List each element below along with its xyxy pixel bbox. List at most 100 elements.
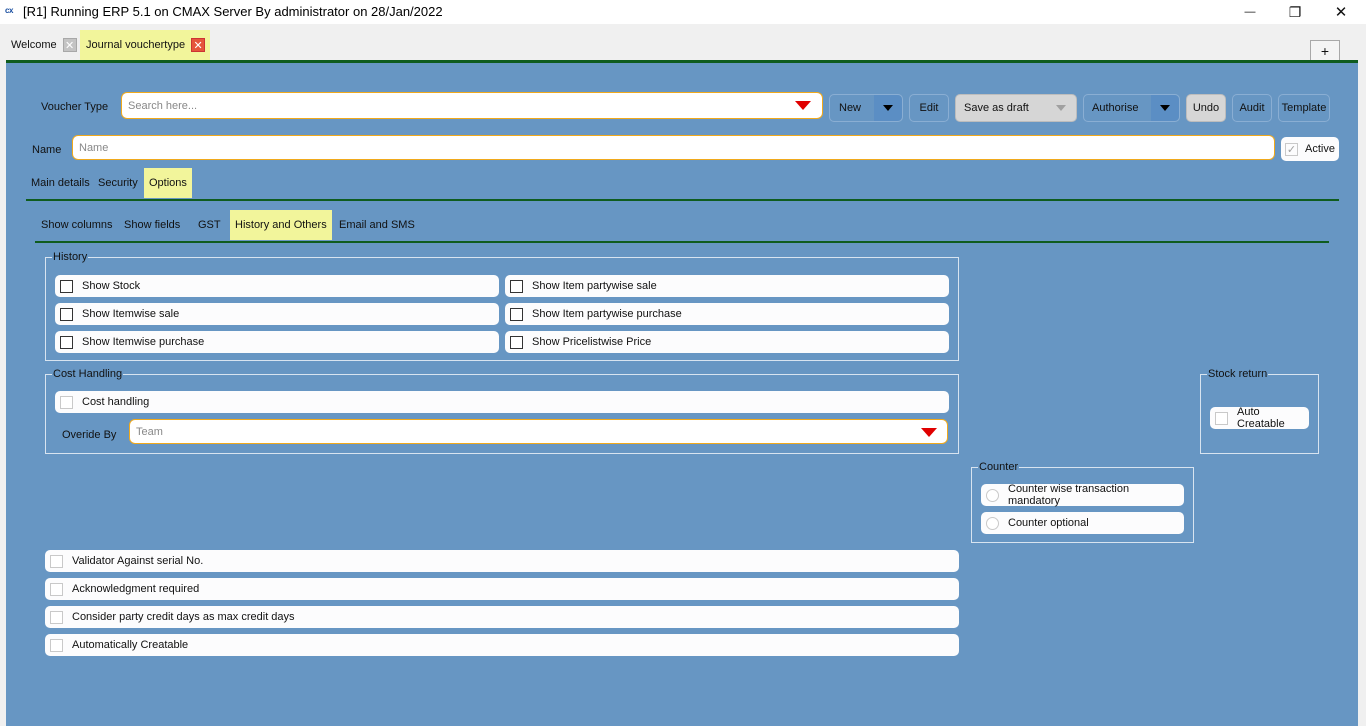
checkbox-label: Show Itemwise purchase (82, 336, 205, 348)
undo-button[interactable]: Undo (1186, 94, 1226, 122)
show-item-partywise-purchase-checkbox[interactable]: Show Item partywise purchase (505, 303, 949, 325)
new-dropdown-button[interactable] (874, 95, 902, 121)
voucher-type-search-input[interactable]: Search here... (121, 92, 823, 119)
tab-gst[interactable]: GST (193, 210, 226, 240)
title-bar: cx [R1] Running ERP 5.1 on CMAX Server B… (0, 0, 1366, 24)
minimize-button[interactable]: — (1227, 0, 1273, 24)
checkbox-icon (60, 279, 73, 293)
save-as-draft-label: Save as draft (964, 102, 1029, 114)
radio-label: Counter wise transaction mandatory (1008, 483, 1130, 507)
tab-security[interactable]: Security (93, 168, 143, 198)
audit-button[interactable]: Audit (1232, 94, 1272, 122)
edit-button[interactable]: Edit (909, 94, 949, 122)
validator-serial-no-checkbox[interactable]: Validator Against serial No. (45, 550, 959, 572)
authorise-dropdown-button[interactable] (1151, 95, 1179, 121)
checkbox-icon (510, 279, 523, 293)
close-tab-icon[interactable]: ✕ (191, 38, 206, 52)
name-input[interactable]: Name (72, 135, 1275, 160)
checkmark-icon: ✓ (1285, 142, 1298, 156)
close-tab-icon[interactable]: ✕ (62, 38, 77, 52)
window-title: [R1] Running ERP 5.1 on CMAX Server By a… (23, 4, 443, 19)
tab-email-and-sms[interactable]: Email and SMS (334, 210, 420, 240)
main-panel: Voucher Type Search here... New Edit Sav… (6, 60, 1358, 726)
name-label: Name (32, 144, 62, 156)
checkbox-label: Automatically Creatable (72, 639, 189, 651)
dropdown-arrow-icon[interactable] (921, 428, 937, 437)
active-label: Active (1305, 143, 1335, 155)
checkbox-icon (50, 610, 63, 624)
voucher-type-label: Voucher Type (41, 101, 109, 113)
acknowledgment-required-checkbox[interactable]: Acknowledgment required (45, 578, 959, 600)
doc-tab-label: Welcome (11, 39, 57, 51)
radio-icon (986, 516, 999, 530)
checkbox-icon (60, 307, 73, 321)
checkbox-icon (1215, 411, 1228, 425)
checkbox-icon (50, 582, 63, 596)
show-pricelistwise-price-checkbox[interactable]: Show Pricelistwise Price (505, 331, 949, 353)
history-group-title: History (52, 250, 89, 264)
counter-group-title: Counter (978, 460, 1020, 474)
doc-tab-welcome[interactable]: Welcome ✕ (5, 30, 82, 60)
checkbox-label: Acknowledgment required (72, 583, 200, 595)
chevron-down-icon (1160, 105, 1170, 111)
checkbox-icon (60, 395, 73, 409)
checkbox-label: Consider party credit days as max credit… (72, 611, 295, 623)
chevron-down-icon[interactable] (1056, 105, 1066, 111)
add-tab-button[interactable]: + (1310, 40, 1340, 61)
override-by-select[interactable]: Team (129, 419, 948, 444)
name-placeholder: Name (79, 141, 109, 154)
tab-show-fields[interactable]: Show fields (119, 210, 185, 240)
checkbox-label: Cost handling (82, 396, 150, 408)
divider (35, 241, 1329, 243)
show-itemwise-sale-checkbox[interactable]: Show Itemwise sale (55, 303, 499, 325)
divider (26, 199, 1339, 201)
doc-tab-journal-vouchertype[interactable]: Journal vouchertype ✕ (80, 30, 211, 60)
document-tab-strip: Welcome ✕ Journal vouchertype ✕ (0, 24, 1366, 62)
radio-icon (986, 488, 999, 502)
tab-main-details[interactable]: Main details (26, 168, 95, 198)
checkbox-icon (50, 638, 63, 652)
voucher-type-placeholder: Search here... (128, 99, 198, 112)
authorise-label: Authorise (1092, 102, 1139, 114)
app-logo-icon: cx (5, 6, 13, 15)
active-checkbox[interactable]: ✓ Active (1281, 137, 1339, 161)
stock-return-group-title: Stock return (1207, 367, 1269, 381)
tab-options[interactable]: Options (144, 168, 192, 198)
counter-optional-radio[interactable]: Counter optional (981, 512, 1184, 534)
counter-wise-mandatory-radio[interactable]: Counter wise transaction mandatory (981, 483, 1184, 507)
new-button-label: New (839, 102, 862, 114)
show-itemwise-purchase-checkbox[interactable]: Show Itemwise purchase (55, 331, 499, 353)
dropdown-arrow-icon[interactable] (795, 101, 811, 110)
cost-handling-group-title: Cost Handling (52, 367, 124, 381)
new-button[interactable]: New (829, 94, 903, 122)
show-item-partywise-sale-checkbox[interactable]: Show Item partywise sale (505, 275, 949, 297)
doc-tab-label: Journal vouchertype (86, 39, 186, 51)
checkbox-label: Show Pricelistwise Price (532, 336, 652, 348)
tab-show-columns[interactable]: Show columns (36, 210, 118, 240)
radio-label: Counter optional (1008, 517, 1089, 529)
save-as-draft-button[interactable]: Save as draft (955, 94, 1077, 122)
close-icon: ✕ (1334, 4, 1348, 21)
checkbox-label: Show Itemwise sale (82, 308, 180, 320)
checkbox-icon (510, 335, 523, 349)
checkbox-icon (50, 554, 63, 568)
party-credit-days-checkbox[interactable]: Consider party credit days as max credit… (45, 606, 959, 628)
chevron-down-icon (883, 105, 893, 111)
auto-creatable-checkbox[interactable]: Auto Creatable (1210, 406, 1309, 430)
cost-handling-checkbox[interactable]: Cost handling (55, 391, 949, 413)
authorise-button[interactable]: Authorise (1083, 94, 1180, 122)
override-by-label: Overide By (62, 429, 117, 441)
close-window-button[interactable]: ✕ (1318, 0, 1364, 24)
checkbox-label: Show Item partywise sale (532, 280, 657, 292)
checkbox-icon (60, 335, 73, 349)
checkbox-label: Show Item partywise purchase (532, 308, 682, 320)
checkbox-label: Show Stock (82, 280, 141, 292)
automatically-creatable-checkbox[interactable]: Automatically Creatable (45, 634, 959, 656)
restore-button[interactable]: ❐ (1272, 0, 1318, 24)
template-button[interactable]: Template (1278, 94, 1330, 122)
restore-icon: ❐ (1288, 3, 1302, 20)
override-by-placeholder: Team (136, 425, 163, 438)
tab-history-and-others[interactable]: History and Others (230, 210, 332, 240)
checkbox-label: Auto Creatable (1237, 406, 1285, 430)
show-stock-checkbox[interactable]: Show Stock (55, 275, 499, 297)
